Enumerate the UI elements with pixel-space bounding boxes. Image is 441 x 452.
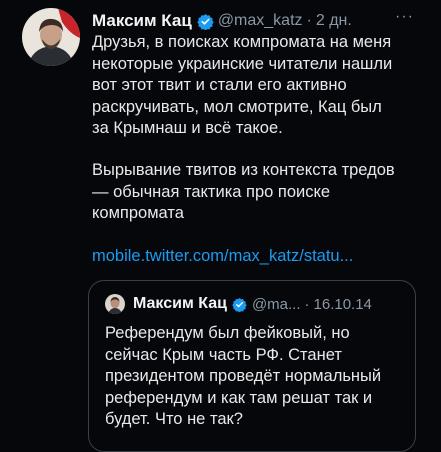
quoted-tweet-header: Максим Кац @ma... · 16.10.14	[105, 293, 372, 315]
quoted-tweet-date: 16.10.14	[313, 295, 372, 313]
author-name[interactable]: Максим Кац	[92, 11, 192, 31]
author-avatar[interactable]	[22, 8, 80, 66]
quoted-tweet[interactable]: Максим Кац @ma... · 16.10.14 Референдум …	[88, 280, 416, 452]
tweet-header: Максим Кац @max_katz · 2 дн.	[92, 10, 352, 32]
author-handle[interactable]: @max_katz	[218, 12, 303, 30]
quoted-author-name: Максим Кац	[133, 295, 227, 312]
quoted-author-handle: @ma...	[251, 295, 301, 313]
verified-badge-icon	[197, 13, 214, 30]
tweet-time[interactable]: 2 дн.	[316, 12, 352, 30]
quoted-verified-badge-icon	[232, 297, 247, 312]
tweet-card[interactable]: Максим Кац @max_katz · 2 дн. ··· Друзья,…	[0, 0, 441, 452]
quoted-author-avatar	[105, 294, 125, 314]
separator-dot: ·	[306, 12, 312, 29]
more-icon[interactable]: ···	[395, 8, 414, 26]
tweet-text-paragraph-2: Вырывание твитов из контекста тредов — о…	[92, 161, 395, 222]
tweet-link[interactable]: mobile.twitter.com/max_katz/statu...	[92, 247, 353, 266]
tweet-text-paragraph-1: Друзья, в поисках компромата на меня нек…	[92, 33, 393, 137]
quoted-separator-dot: ·	[304, 295, 310, 313]
quoted-tweet-text: Референдум был фейковый, но сейчас Крым …	[105, 324, 382, 428]
